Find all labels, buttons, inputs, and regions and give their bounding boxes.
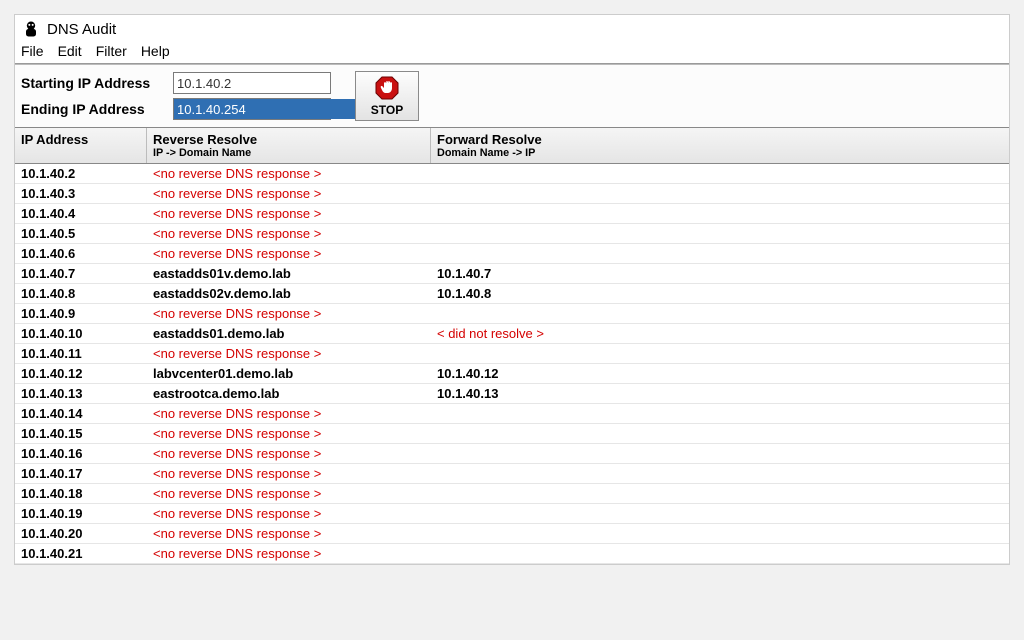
cell-ip: 10.1.40.2 [15, 166, 147, 181]
cell-reverse: <no reverse DNS response > [147, 206, 431, 221]
cell-forward: 10.1.40.12 [431, 366, 1009, 381]
cell-reverse: <no reverse DNS response > [147, 506, 431, 521]
table-row[interactable]: 10.1.40.7eastadds01v.demo.lab10.1.40.7 [15, 264, 1009, 284]
table-row[interactable]: 10.1.40.6<no reverse DNS response > [15, 244, 1009, 264]
cell-ip: 10.1.40.9 [15, 306, 147, 321]
cell-reverse: eastadds02v.demo.lab [147, 286, 431, 301]
toolbar: Starting IP Address Ending IP Address [15, 65, 1009, 127]
menu-filter[interactable]: Filter [96, 43, 127, 59]
table-row[interactable]: 10.1.40.2<no reverse DNS response > [15, 164, 1009, 184]
cell-reverse: labvcenter01.demo.lab [147, 366, 431, 381]
table-row[interactable]: 10.1.40.3<no reverse DNS response > [15, 184, 1009, 204]
table-row[interactable]: 10.1.40.21<no reverse DNS response > [15, 544, 1009, 564]
table-row[interactable]: 10.1.40.19<no reverse DNS response > [15, 504, 1009, 524]
cell-ip: 10.1.40.14 [15, 406, 147, 421]
table-row[interactable]: 10.1.40.17<no reverse DNS response > [15, 464, 1009, 484]
cell-forward: 10.1.40.7 [431, 266, 1009, 281]
col-forward-sub: Domain Name -> IP [437, 147, 1003, 159]
cell-ip: 10.1.40.16 [15, 446, 147, 461]
end-ip-input[interactable] [174, 99, 356, 119]
cell-reverse: eastrootca.demo.lab [147, 386, 431, 401]
cell-ip: 10.1.40.4 [15, 206, 147, 221]
table-row[interactable]: 10.1.40.11<no reverse DNS response > [15, 344, 1009, 364]
cell-ip: 10.1.40.13 [15, 386, 147, 401]
cell-reverse: eastadds01.demo.lab [147, 326, 431, 341]
cell-ip: 10.1.40.5 [15, 226, 147, 241]
cell-reverse: <no reverse DNS response > [147, 406, 431, 421]
cell-ip: 10.1.40.3 [15, 186, 147, 201]
col-ip-title: IP Address [21, 132, 88, 147]
start-ip-label: Starting IP Address [21, 75, 173, 91]
window-title: DNS Audit [47, 21, 116, 38]
cell-reverse: <no reverse DNS response > [147, 486, 431, 501]
table-row[interactable]: 10.1.40.18<no reverse DNS response > [15, 484, 1009, 504]
cell-reverse: eastadds01v.demo.lab [147, 266, 431, 281]
app-icon [21, 19, 41, 39]
app-window: DNS Audit File Edit Filter Help Starting… [14, 14, 1010, 565]
cell-reverse: <no reverse DNS response > [147, 226, 431, 241]
cell-forward: 10.1.40.13 [431, 386, 1009, 401]
col-reverse-header[interactable]: Reverse Resolve IP -> Domain Name [147, 128, 431, 163]
stop-button-label: STOP [371, 103, 403, 117]
stop-icon [374, 75, 400, 101]
col-reverse-sub: IP -> Domain Name [153, 147, 424, 159]
cell-reverse: <no reverse DNS response > [147, 166, 431, 181]
table-row[interactable]: 10.1.40.20<no reverse DNS response > [15, 524, 1009, 544]
cell-ip: 10.1.40.17 [15, 466, 147, 481]
table-row[interactable]: 10.1.40.16<no reverse DNS response > [15, 444, 1009, 464]
table-row[interactable]: 10.1.40.13eastrootca.demo.lab10.1.40.13 [15, 384, 1009, 404]
table-body: 10.1.40.2<no reverse DNS response >10.1.… [15, 164, 1009, 564]
start-ip-combo[interactable] [173, 72, 331, 94]
cell-ip: 10.1.40.15 [15, 426, 147, 441]
cell-reverse: <no reverse DNS response > [147, 186, 431, 201]
cell-reverse: <no reverse DNS response > [147, 426, 431, 441]
col-forward-header[interactable]: Forward Resolve Domain Name -> IP [431, 128, 1009, 163]
table-row[interactable]: 10.1.40.5<no reverse DNS response > [15, 224, 1009, 244]
title-bar: DNS Audit [15, 15, 1009, 41]
menu-bar: File Edit Filter Help [15, 41, 1009, 63]
table-row[interactable]: 10.1.40.10eastadds01.demo.lab< did not r… [15, 324, 1009, 344]
table-header: IP Address Reverse Resolve IP -> Domain … [15, 128, 1009, 164]
cell-ip: 10.1.40.10 [15, 326, 147, 341]
cell-reverse: <no reverse DNS response > [147, 246, 431, 261]
cell-ip: 10.1.40.18 [15, 486, 147, 501]
table-row[interactable]: 10.1.40.4<no reverse DNS response > [15, 204, 1009, 224]
cell-ip: 10.1.40.6 [15, 246, 147, 261]
cell-ip: 10.1.40.12 [15, 366, 147, 381]
col-ip-header[interactable]: IP Address [15, 128, 147, 163]
table-row[interactable]: 10.1.40.9<no reverse DNS response > [15, 304, 1009, 324]
cell-ip: 10.1.40.20 [15, 526, 147, 541]
menu-help[interactable]: Help [141, 43, 170, 59]
col-reverse-title: Reverse Resolve [153, 132, 257, 147]
cell-reverse: <no reverse DNS response > [147, 306, 431, 321]
stop-button[interactable]: STOP [355, 71, 419, 121]
cell-reverse: <no reverse DNS response > [147, 546, 431, 561]
cell-reverse: <no reverse DNS response > [147, 446, 431, 461]
cell-forward: < did not resolve > [431, 326, 1009, 341]
cell-reverse: <no reverse DNS response > [147, 346, 431, 361]
table-row[interactable]: 10.1.40.15<no reverse DNS response > [15, 424, 1009, 444]
table-row[interactable]: 10.1.40.14<no reverse DNS response > [15, 404, 1009, 424]
cell-reverse: <no reverse DNS response > [147, 466, 431, 481]
cell-reverse: <no reverse DNS response > [147, 526, 431, 541]
end-ip-combo[interactable] [173, 98, 331, 120]
table-row[interactable]: 10.1.40.8eastadds02v.demo.lab10.1.40.8 [15, 284, 1009, 304]
start-ip-input[interactable] [174, 73, 356, 93]
menu-file[interactable]: File [21, 43, 44, 59]
cell-ip: 10.1.40.8 [15, 286, 147, 301]
col-forward-title: Forward Resolve [437, 132, 542, 147]
cell-forward: 10.1.40.8 [431, 286, 1009, 301]
cell-ip: 10.1.40.19 [15, 506, 147, 521]
cell-ip: 10.1.40.7 [15, 266, 147, 281]
cell-ip: 10.1.40.21 [15, 546, 147, 561]
table-row[interactable]: 10.1.40.12labvcenter01.demo.lab10.1.40.1… [15, 364, 1009, 384]
cell-ip: 10.1.40.11 [15, 346, 147, 361]
menu-edit[interactable]: Edit [58, 43, 82, 59]
end-ip-label: Ending IP Address [21, 101, 173, 117]
results-table: IP Address Reverse Resolve IP -> Domain … [15, 127, 1009, 564]
